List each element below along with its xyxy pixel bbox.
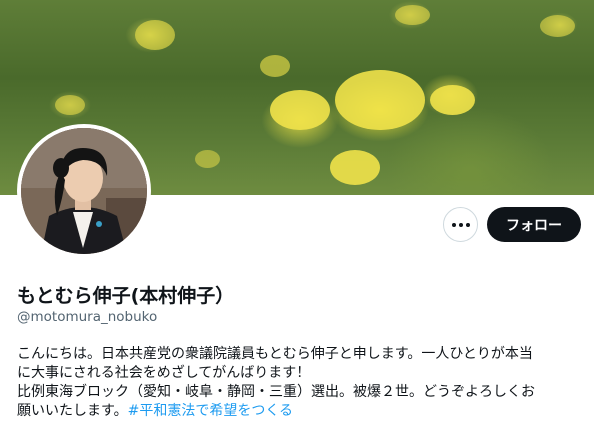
follow-button[interactable]: フォロー [487, 207, 581, 242]
more-options-button[interactable] [443, 207, 478, 242]
person-photo [21, 128, 147, 254]
more-horizontal-icon-dot [465, 222, 470, 227]
bio-hashtag-link[interactable]: #平和憲法で希望をつくる [128, 403, 293, 419]
user-handle: @motomura_nobuko [17, 309, 158, 325]
bio-line-last: 願いいたします。#平和憲法で希望をつくる [17, 402, 582, 421]
profile-avatar[interactable] [17, 124, 151, 258]
more-horizontal-icon-dot [458, 222, 463, 227]
display-name: もとむら伸子(本村伸子） [17, 285, 235, 307]
bio-text: 願いいたします。 [17, 403, 128, 419]
bio-line: に大事にされる社会をめざしてがんばります！ [17, 365, 311, 381]
more-horizontal-icon [451, 222, 456, 227]
bio-line: 比例東海ブロック（愛知・岐阜・静岡・三重）選出。被爆２世。どうぞよろしくお [17, 384, 535, 400]
bio-line: こんにちは。日本共産党の衆議院議員もとむら伸子と申します。一人ひとりが本当 [17, 346, 533, 362]
profile-bio: こんにちは。日本共産党の衆議院議員もとむら伸子と申します。一人ひとりが本当 に大… [17, 345, 582, 421]
